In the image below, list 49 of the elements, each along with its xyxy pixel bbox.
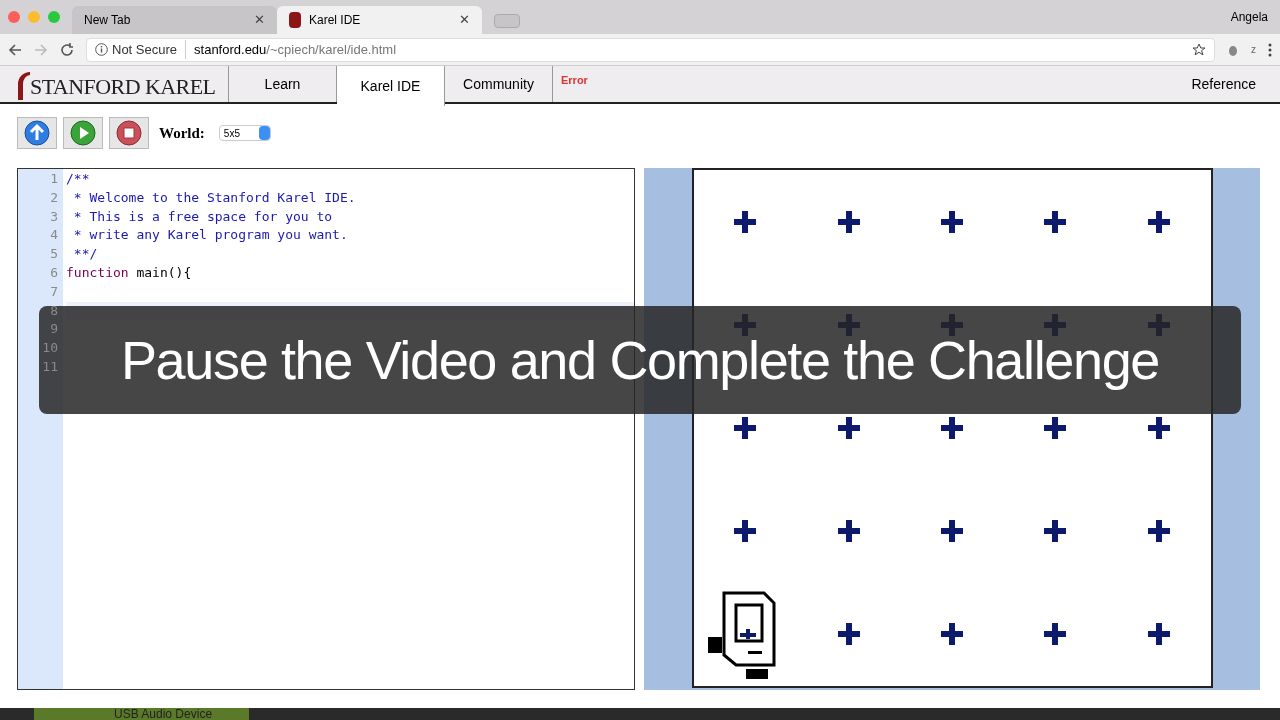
line-number: 7	[50, 282, 58, 301]
address-field[interactable]: Not Secure stanford.edu/~cpiech/karel/ide.html	[86, 37, 1215, 62]
world-label: World:	[159, 123, 205, 143]
line-number: 1	[50, 170, 58, 188]
device-label: USB Audio Device	[114, 708, 213, 720]
profile-name[interactable]: Angela	[1230, 8, 1268, 26]
stop-icon	[116, 120, 142, 146]
line-number: 4	[50, 226, 58, 245]
stanford-favicon-icon	[289, 12, 301, 28]
browser-tab[interactable]: Karel IDE ✕	[277, 6, 482, 34]
menu-icon[interactable]	[1268, 42, 1272, 57]
line-number: 6	[50, 264, 58, 282]
line-number: 2	[50, 188, 58, 207]
code-line: **/	[72, 246, 98, 262]
browser-tab[interactable]: New Tab ✕	[72, 6, 277, 34]
line-number: 9	[50, 320, 58, 339]
nav-tab[interactable]: Karel IDE	[337, 66, 445, 106]
line-number: 5	[50, 245, 58, 264]
site-logo[interactable]: STANFORD KAREL	[30, 69, 216, 103]
close-tab-icon[interactable]: ✕	[459, 10, 470, 30]
world-select[interactable]: 5x5	[218, 125, 271, 141]
select-arrows-icon	[258, 126, 270, 140]
run-button[interactable]	[63, 117, 103, 149]
close-tab-icon[interactable]: ✕	[254, 10, 265, 30]
line-number: 3	[50, 207, 58, 226]
reload-icon[interactable]	[60, 42, 74, 57]
logo-swoosh-icon	[18, 72, 30, 100]
tab-title: Karel IDE	[309, 12, 362, 29]
stop-button[interactable]	[109, 117, 149, 149]
star-icon[interactable]	[1192, 42, 1206, 57]
nav-tab[interactable]: Community	[445, 66, 553, 102]
code-line: function main(){	[66, 265, 192, 280]
line-number: 11	[42, 357, 58, 376]
code-line: * Welcome to the Stanford Karel IDE.	[72, 189, 356, 205]
tab-title: New Tab	[84, 12, 132, 29]
url-text: stanford.edu/~cpiech/karel/ide.html	[194, 40, 397, 59]
reference-link[interactable]: Reference	[1191, 73, 1256, 95]
back-icon[interactable]	[8, 42, 22, 57]
info-icon	[95, 43, 108, 56]
play-icon	[70, 120, 96, 146]
security-label: Not Secure	[112, 39, 187, 60]
error-label: Error	[561, 73, 588, 88]
line-number: 10	[42, 339, 58, 358]
line-number: 8	[50, 301, 58, 320]
code-line: * This is a free space for you to	[72, 208, 333, 224]
extension-label[interactable]: z	[1251, 42, 1256, 57]
code-line: * write any Karel program you want.	[72, 227, 348, 243]
code-line: /**	[66, 171, 90, 186]
step-button[interactable]	[17, 117, 57, 149]
